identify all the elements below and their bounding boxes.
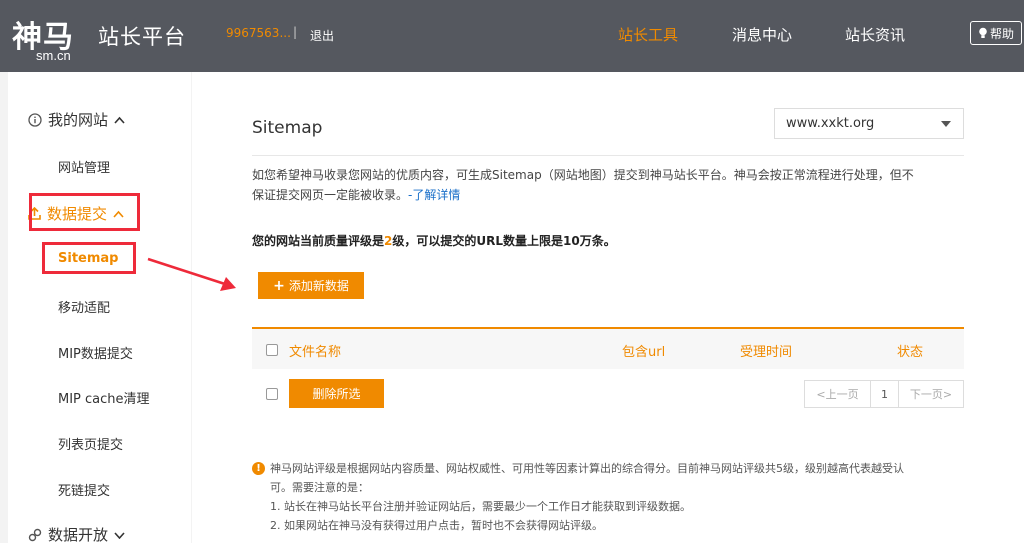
col-url-count: 包含url [622,345,666,360]
sidebar-item-site-manage[interactable]: 网站管理 [58,157,110,176]
prev-page-button[interactable]: <上一页 [805,381,871,407]
sidebar-group-label: 我的网站 [48,111,109,129]
select-all-checkbox[interactable] [266,344,278,356]
help-label: 帮助 [989,26,1014,41]
nav-news[interactable]: 站长资讯 [845,24,905,45]
add-new-data-button[interactable]: + 添加新数据 [258,272,364,299]
notice-line-4: 2. 如果网站在神马没有获得过用户点击，暂时也不会获得网站评级。 [270,519,603,532]
title-divider [252,155,964,156]
notice-line-1: 神马网站评级是根据网站内容质量、网站权威性、可用性等因素计算出的综合得分。目前神… [270,462,904,475]
row-select-checkbox[interactable] [266,388,278,400]
plus-icon: + [273,277,285,294]
level-prefix: 您的网站当前质量评级是 [252,234,385,248]
sidebar-item-mobile-adapt[interactable]: 移动适配 [58,297,110,316]
help-button[interactable]: 帮助 [970,21,1022,45]
top-header: 神马 sm.cn 站长平台 9967563... | 退出 站长工具 消息中心 … [0,0,1024,72]
rating-notice: ! 神马网站评级是根据网站内容质量、网站权威性、可用性等因素计算出的综合得分。目… [252,459,968,535]
highlight-box-data-submit [29,193,140,231]
page-number[interactable]: 1 [871,381,899,407]
main-content: Sitemap www.xxkt.org 如您希望神马收录您网站的优质内容，可生… [192,72,1024,543]
notice-line-3: 1. 站长在神马站长平台注册并验证网站后，需要最少一个工作日才能获取到评级数据。 [270,500,691,513]
logout-link[interactable]: 退出 [310,27,334,44]
user-id[interactable]: 9967563... [226,26,291,40]
learn-more-link[interactable]: -了解详情 [408,188,460,202]
nav-messages[interactable]: 消息中心 [732,24,792,45]
warning-icon: ! [252,462,265,475]
sidebar-item-mip-cache[interactable]: MIP cache清理 [58,388,150,407]
chevron-up-icon [114,116,125,124]
col-file-name: 文件名称 [289,345,342,360]
header-divider: | [293,25,298,39]
col-accept-time: 受理时间 [740,345,793,360]
site-select[interactable]: www.xxkt.org [774,108,964,139]
pagination: <上一页 1 下一页> [804,380,964,408]
table-header: 文件名称 包含url 受理时间 状态 [252,327,964,369]
quality-level-line: 您的网站当前质量评级是2级，可以提交的URL数量上限是10万条。 [252,232,616,249]
highlight-box-sitemap [42,242,136,274]
delete-selected-button[interactable]: 删除所选 [289,379,384,408]
col-status: 状态 [897,345,924,360]
annotation-arrow [147,257,236,291]
logo[interactable]: 神马 sm.cn 站长平台 [10,8,200,66]
next-page-button[interactable]: 下一页> [899,381,963,407]
sidebar-group-label: 数据开放 [48,526,109,543]
lightbulb-icon [979,27,987,38]
logo-title: 站长平台 [98,25,186,49]
nav-tools[interactable]: 站长工具 [618,24,678,45]
sidebar-group-my-site[interactable]: 我的网站 [28,109,125,130]
page-title: Sitemap [252,118,323,138]
sidebar-item-list-page[interactable]: 列表页提交 [58,434,123,453]
notice-line-2: 可。需要注意的是： [270,481,369,494]
site-select-value: www.xxkt.org [786,116,875,131]
sidebar-item-mip-submit[interactable]: MIP数据提交 [58,343,133,362]
sidebar-item-dead-link[interactable]: 死链提交 [58,480,110,499]
link-icon [28,528,42,541]
chevron-down-icon [114,531,125,539]
logo-sub: sm.cn [36,48,71,63]
description-line-2: 保证提交网页一定能被收录。 [252,188,409,202]
sidebar-group-data-open[interactable]: 数据开放 [28,524,125,543]
sidebar: 我的网站 网站管理 数据提交 Sitemap 移动适配 MIP数据提交 MIP … [8,72,191,543]
description-line-1: 如您希望神马收录您网站的优质内容，可生成Sitemap（网站地图）提交到神马站长… [252,168,914,182]
level-suffix: 级，可以提交的URL数量上限是10万条。 [392,234,616,248]
add-button-label: 添加新数据 [288,279,349,293]
description: 如您希望神马收录您网站的优质内容，可生成Sitemap（网站地图）提交到神马站长… [252,165,968,205]
info-circle-icon [28,112,42,127]
caret-down-icon [941,121,951,127]
